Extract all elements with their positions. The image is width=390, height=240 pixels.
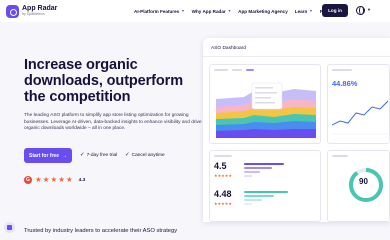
star-icon: ★: [50, 175, 58, 185]
login-button[interactable]: Log in: [322, 4, 348, 17]
arrow-right-icon: →: [62, 152, 67, 159]
rating-bar: [244, 203, 252, 205]
chevron-down-icon: ▼: [227, 9, 232, 13]
chevron-down-icon: ▼: [181, 9, 185, 13]
nav-item-label: App Marketing Agency: [238, 8, 288, 14]
check-icon: ✓: [125, 152, 130, 158]
rating-bar: [244, 175, 252, 177]
trusted-by-text: Trusted by industry leaders to accelerat…: [24, 228, 178, 234]
star-icon: ★: [65, 175, 73, 185]
aso-dashboard-preview: ASO Dashboard 44.86% 4.5 ★★★★★ 4.48 ★★★★…: [203, 38, 390, 222]
chevron-down-icon[interactable]: ▼: [367, 7, 371, 12]
kpi-line-chart: [332, 100, 388, 135]
rating-stars-small: ★★★★★: [214, 201, 232, 206]
feature-free-trial: ✓ 7-day free trial: [80, 152, 117, 158]
hero-description: The leading ASO platform to simplify app…: [24, 113, 202, 132]
hero-title: Increase organic downloads, outperform t…: [24, 57, 184, 105]
downloads-chart-card: [209, 64, 321, 144]
dashboard-title: ASO Dashboard: [211, 46, 246, 51]
nav-links: AI-Platform Features ▼ Why App Radar ▼ A…: [134, 0, 335, 22]
rating-bar: [244, 167, 272, 169]
gauge-value: 90: [359, 177, 368, 186]
card-label-placeholder: [214, 155, 232, 157]
star-icon: ★: [58, 175, 65, 185]
top-navigation: App Radar by SplitMetrics AI-Platform Fe…: [0, 0, 390, 22]
rating-bar: [244, 163, 284, 165]
card-label-placeholder: [232, 69, 242, 71]
feature-label: Cancel anytime: [131, 152, 165, 158]
aso-score-card: 90: [327, 150, 390, 222]
rating-b: 4.48: [214, 189, 232, 199]
rating-bar: [244, 191, 288, 193]
card-label-placeholder: [246, 69, 254, 71]
logo-name: App Radar: [22, 5, 58, 13]
nav-item-learn[interactable]: Learn ▼: [295, 9, 313, 14]
logo[interactable]: App Radar by SplitMetrics: [6, 4, 58, 18]
logo-subtitle: by SplitMetrics: [22, 12, 45, 17]
nav-item-label: Learn: [294, 8, 308, 14]
globe-icon[interactable]: [356, 6, 365, 15]
app-radar-logo-icon: [6, 4, 19, 18]
rating-stars-small: ★★★★★: [214, 173, 232, 178]
start-for-free-button[interactable]: Start for free →: [24, 148, 72, 163]
rating-stars: ★ ★ ★ ★ ★: [35, 176, 73, 184]
nav-item-ai-platform-features[interactable]: AI-Platform Features ▼: [134, 9, 185, 14]
overall-ratings-card: 4.5 ★★★★★ 4.48 ★★★★★: [209, 150, 321, 222]
kpi-value: 44.86%: [332, 79, 358, 88]
card-label-placeholder: [332, 69, 352, 71]
rating-bar: [244, 199, 262, 201]
rating-a: 4.5: [214, 161, 227, 171]
feature-label: 7-day free trial: [86, 152, 118, 158]
cta-label: Start for free: [28, 152, 59, 159]
g2-rating: G ★ ★ ★ ★ ★ 4.3: [24, 176, 85, 184]
nav-item-label: Why App Radar: [191, 8, 226, 14]
star-icon: ★: [35, 175, 42, 185]
chevron-down-icon: ▼: [309, 9, 313, 13]
nav-item-label: AI-Platform Features: [134, 8, 180, 14]
g2-logo-icon: G: [24, 176, 32, 184]
feature-cancel-anytime: ✓ Cancel anytime: [125, 152, 165, 158]
nav-item-app-marketing-agency[interactable]: App Marketing Agency: [238, 9, 288, 14]
card-label-placeholder: [214, 69, 228, 71]
nav-item-why-app-radar[interactable]: Why App Radar ▼: [192, 9, 232, 14]
trusted-badge-icon: [4, 222, 15, 233]
stacked-area-chart: [214, 82, 318, 139]
rating-bar: [244, 171, 260, 173]
divider: [203, 56, 390, 57]
rating-value: 4.3: [78, 177, 86, 183]
star-icon: ★: [42, 175, 50, 185]
rating-bar: [244, 195, 274, 197]
check-icon: ✓: [80, 152, 85, 158]
conversion-kpi-card: 44.86%: [327, 64, 390, 144]
card-label-placeholder: [332, 155, 348, 157]
